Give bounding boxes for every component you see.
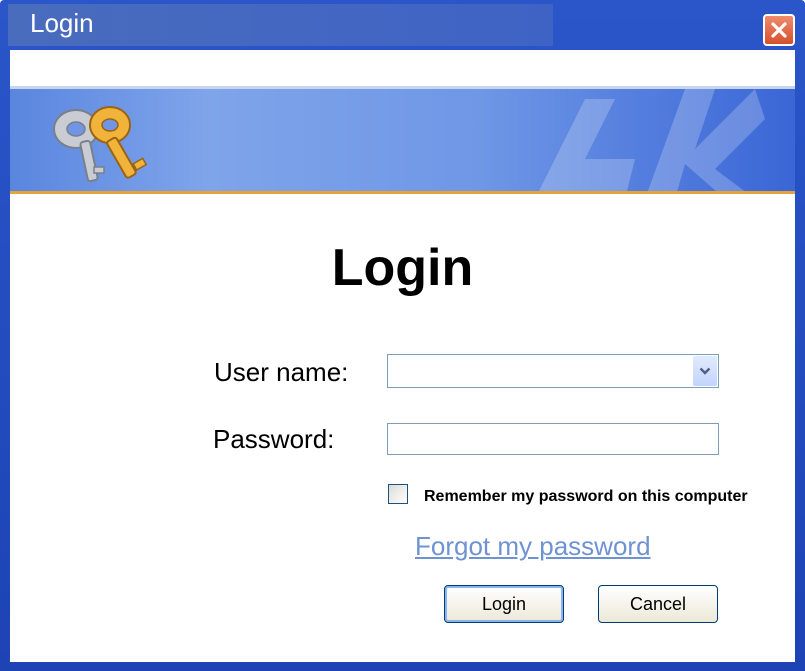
remember-password-label[interactable]: Remember my password on this computer — [424, 488, 748, 506]
title-bar[interactable]: Login — [0, 0, 805, 50]
keys-icon — [53, 106, 148, 183]
window-title: Login — [30, 8, 94, 38]
remember-password-checkbox[interactable] — [388, 484, 408, 504]
login-button[interactable]: Login — [444, 585, 564, 623]
dialog-body: Login User name: Password: Remember my p… — [10, 50, 795, 662]
forgot-password-link[interactable]: Forgot my password — [415, 531, 651, 562]
password-label: Password: — [213, 424, 335, 454]
password-field[interactable] — [387, 423, 719, 455]
banner-decoration — [539, 89, 765, 191]
username-combobox[interactable] — [387, 354, 719, 388]
close-icon — [771, 22, 787, 38]
page-title: Login — [331, 239, 474, 297]
close-button[interactable] — [763, 14, 795, 46]
chevron-down-icon — [699, 367, 711, 375]
header-banner — [10, 86, 795, 194]
cancel-button[interactable]: Cancel — [598, 585, 718, 623]
username-dropdown-button[interactable] — [693, 356, 717, 386]
username-label: User name: — [214, 357, 349, 387]
login-window: Login Login User name: Password: Remembe… — [0, 0, 805, 671]
